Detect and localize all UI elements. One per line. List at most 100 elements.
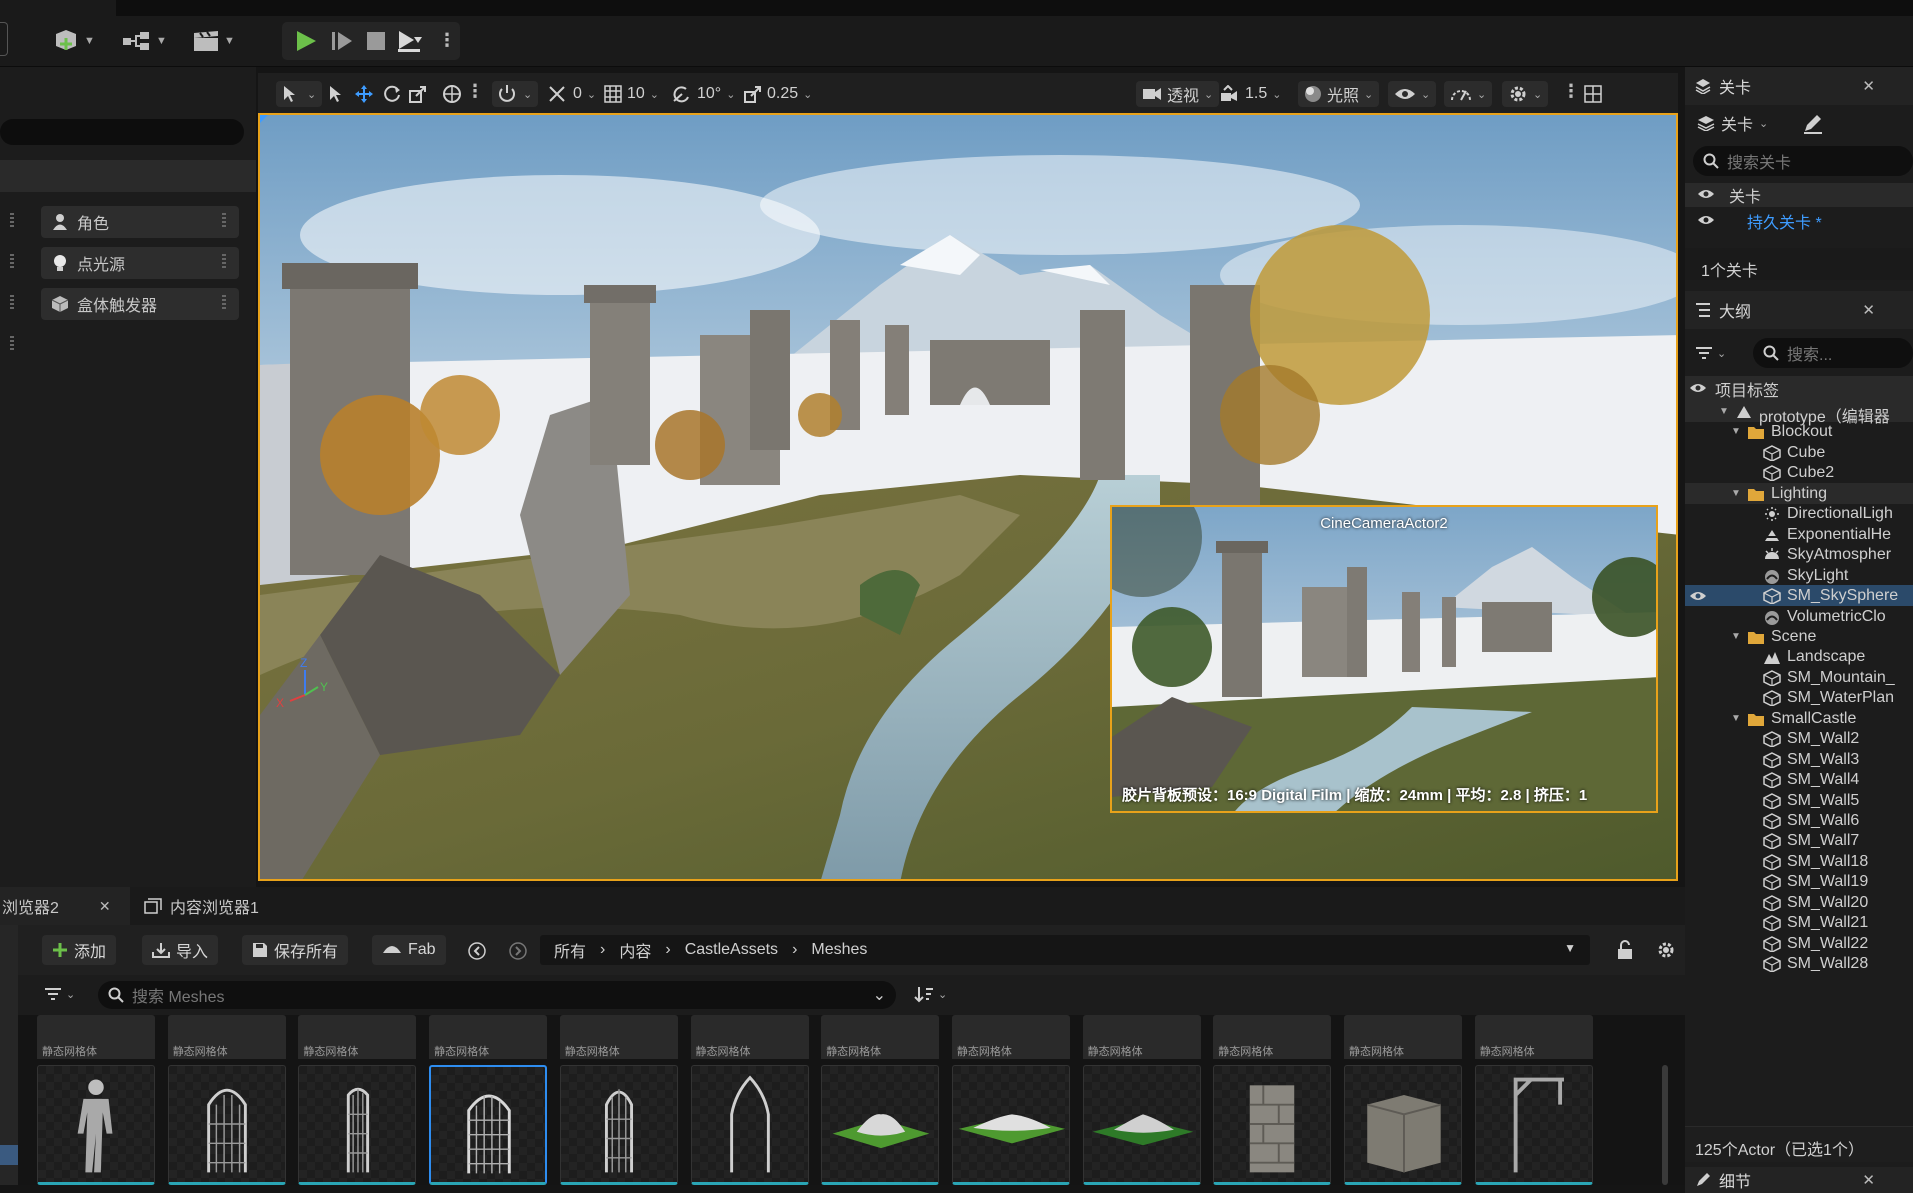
outliner-row[interactable]: Landscape: [1685, 646, 1913, 667]
outliner-row[interactable]: SM_WaterPlan: [1685, 687, 1913, 708]
left-edge-button[interactable]: [0, 22, 8, 56]
rotation-snap-dropdown[interactable]: 10° ⌄: [672, 81, 735, 107]
sources-collapse[interactable]: [0, 975, 18, 1015]
show-flags-dropdown[interactable]: ⌄: [1388, 81, 1437, 107]
sort-dropdown[interactable]: ⌄: [914, 985, 947, 1003]
rotate-icon[interactable]: [382, 84, 402, 104]
asset-thumbnail[interactable]: [690, 1065, 809, 1185]
more-options-icon[interactable]: ⋮: [466, 81, 484, 102]
viewport-settings-dropdown[interactable]: ⌄: [1502, 81, 1549, 107]
levels-dropdown[interactable]: 关卡 ⌄: [1697, 111, 1768, 135]
performance-dropdown[interactable]: ⌄: [1444, 81, 1493, 107]
close-icon[interactable]: ✕: [99, 898, 111, 915]
outliner-row[interactable]: SkyLight: [1685, 565, 1913, 586]
chevron-down-icon[interactable]: ▼: [1719, 406, 1729, 417]
tab-content-browser-1[interactable]: 内容浏览器1: [144, 887, 259, 925]
drag-handle-icon[interactable]: [222, 213, 226, 227]
outliner-column-header[interactable]: 项目标签: [1685, 376, 1913, 401]
forward-icon[interactable]: [508, 941, 528, 961]
outliner-row[interactable]: SM_Wall5: [1685, 790, 1913, 811]
asset-card[interactable]: 静态网格体: [559, 1015, 678, 1185]
play-icon[interactable]: [294, 30, 318, 52]
outliner-row[interactable]: DirectionalLigh: [1685, 503, 1913, 524]
outliner-row[interactable]: SM_Wall20: [1685, 892, 1913, 913]
translate-snap-dropdown[interactable]: 0 ⌄: [548, 81, 596, 107]
asset-thumbnail[interactable]: [1082, 1065, 1201, 1185]
asset-card[interactable]: 静态网格体: [1082, 1015, 1201, 1185]
outliner-row[interactable]: SM_Wall4: [1685, 769, 1913, 790]
levels-search-input[interactable]: 搜索关卡: [1693, 146, 1913, 176]
outliner-row[interactable]: SM_Wall6: [1685, 810, 1913, 831]
asset-card[interactable]: 静态网格体: [1213, 1015, 1332, 1185]
asset-thumbnail[interactable]: [429, 1065, 548, 1185]
outliner-row[interactable]: ▼ SmallCastle: [1685, 708, 1913, 729]
surface-snap-dropdown[interactable]: ⌄: [492, 81, 539, 107]
gear-icon[interactable]: [1656, 940, 1676, 960]
camera-preview[interactable]: CineCameraActor2 胶片背板预设：16:9 Digital Fil…: [1110, 505, 1658, 813]
asset-thumbnail[interactable]: [559, 1065, 678, 1185]
asset-filter-dropdown[interactable]: ⌄: [44, 986, 75, 1002]
asset-grid-scrollbar[interactable]: [1662, 1065, 1668, 1185]
fab-button[interactable]: Fab: [372, 935, 446, 965]
chevron-down-icon[interactable]: ▼: [1731, 631, 1741, 642]
asset-card[interactable]: 静态网格体: [821, 1015, 940, 1185]
chevron-down-icon[interactable]: ⌄: [873, 985, 886, 1005]
breadcrumb-item[interactable]: CastleAssets: [685, 941, 778, 959]
eject-icon[interactable]: [396, 29, 424, 53]
breadcrumb-item[interactable]: 所有: [554, 938, 586, 962]
outliner-row[interactable]: Cube2: [1685, 462, 1913, 483]
asset-card[interactable]: 静态网格体: [1474, 1015, 1593, 1185]
outliner-row[interactable]: SM_Wall18: [1685, 851, 1913, 872]
asset-card[interactable]: 静态网格体: [951, 1015, 1070, 1185]
place-actors-search[interactable]: [0, 119, 244, 145]
levels-panel-header[interactable]: 关卡 ✕: [1685, 67, 1913, 105]
save-all-button[interactable]: 保存所有: [242, 935, 349, 965]
place-item-box-trigger[interactable]: 盒体触发器: [41, 288, 239, 320]
outliner-row[interactable]: SM_Wall3: [1685, 749, 1913, 770]
lock-open-icon[interactable]: [1616, 940, 1634, 960]
chevron-down-icon[interactable]: ▼: [1731, 426, 1741, 437]
outliner-search-input[interactable]: 搜索...: [1753, 338, 1913, 368]
asset-thumbnail[interactable]: [298, 1065, 417, 1185]
place-item-point-light[interactable]: 点光源: [41, 247, 239, 279]
asset-thumbnail[interactable]: [37, 1065, 155, 1185]
asset-thumbnail[interactable]: [1213, 1065, 1332, 1185]
close-icon[interactable]: ✕: [1862, 1171, 1875, 1189]
eye-icon[interactable]: [1689, 589, 1707, 603]
outliner-row[interactable]: SM_SkySphere: [1685, 585, 1913, 607]
eye-icon[interactable]: [1697, 213, 1715, 229]
outliner-row[interactable]: SM_Wall22: [1685, 933, 1913, 954]
back-icon[interactable]: [467, 941, 487, 961]
asset-card[interactable]: 静态网格体: [429, 1015, 548, 1185]
eye-icon[interactable]: [1697, 187, 1715, 203]
outliner-row[interactable]: ▼ Lighting: [1685, 482, 1913, 504]
select-arrow-icon[interactable]: [328, 85, 344, 103]
add-button[interactable]: 添加: [42, 935, 117, 965]
import-button[interactable]: 导入: [142, 935, 219, 965]
scale-icon[interactable]: [408, 84, 428, 104]
outliner-filter-dropdown[interactable]: ⌄: [1695, 345, 1726, 361]
cinematics-button[interactable]: ▼: [192, 30, 235, 52]
add-actor-button[interactable]: ▼: [52, 28, 95, 54]
edit-icon[interactable]: [1802, 113, 1824, 135]
drag-handle-icon[interactable]: [10, 295, 14, 309]
world-space-icon[interactable]: [442, 84, 462, 104]
more-options-icon[interactable]: ⋮: [1562, 81, 1580, 102]
outliner-row[interactable]: ExponentialHe: [1685, 524, 1913, 545]
details-panel-header[interactable]: 细节 ✕: [1685, 1167, 1913, 1193]
chevron-down-icon[interactable]: ▼: [1564, 941, 1576, 955]
place-item-character[interactable]: 角色: [41, 206, 239, 238]
outliner-row[interactable]: VolumetricClo: [1685, 606, 1913, 627]
chevron-down-icon[interactable]: ▼: [1731, 488, 1741, 499]
outliner-row[interactable]: SM_Mountain_: [1685, 667, 1913, 688]
outliner-row[interactable]: ▼ prototype（编辑器: [1685, 401, 1913, 426]
chevron-down-icon[interactable]: ▼: [1731, 713, 1741, 724]
blueprint-button[interactable]: ▼: [122, 30, 167, 52]
camera-speed-dropdown[interactable]: 1.5 ⌄: [1220, 81, 1281, 107]
outliner-row[interactable]: SM_Wall19: [1685, 871, 1913, 892]
grid-snap-dropdown[interactable]: 10 ⌄: [604, 81, 659, 107]
outliner-row[interactable]: SkyAtmospher: [1685, 544, 1913, 565]
drag-handle-icon[interactable]: [10, 213, 14, 227]
advance-frame-icon[interactable]: [330, 30, 354, 52]
layout-icon[interactable]: [1584, 85, 1602, 103]
